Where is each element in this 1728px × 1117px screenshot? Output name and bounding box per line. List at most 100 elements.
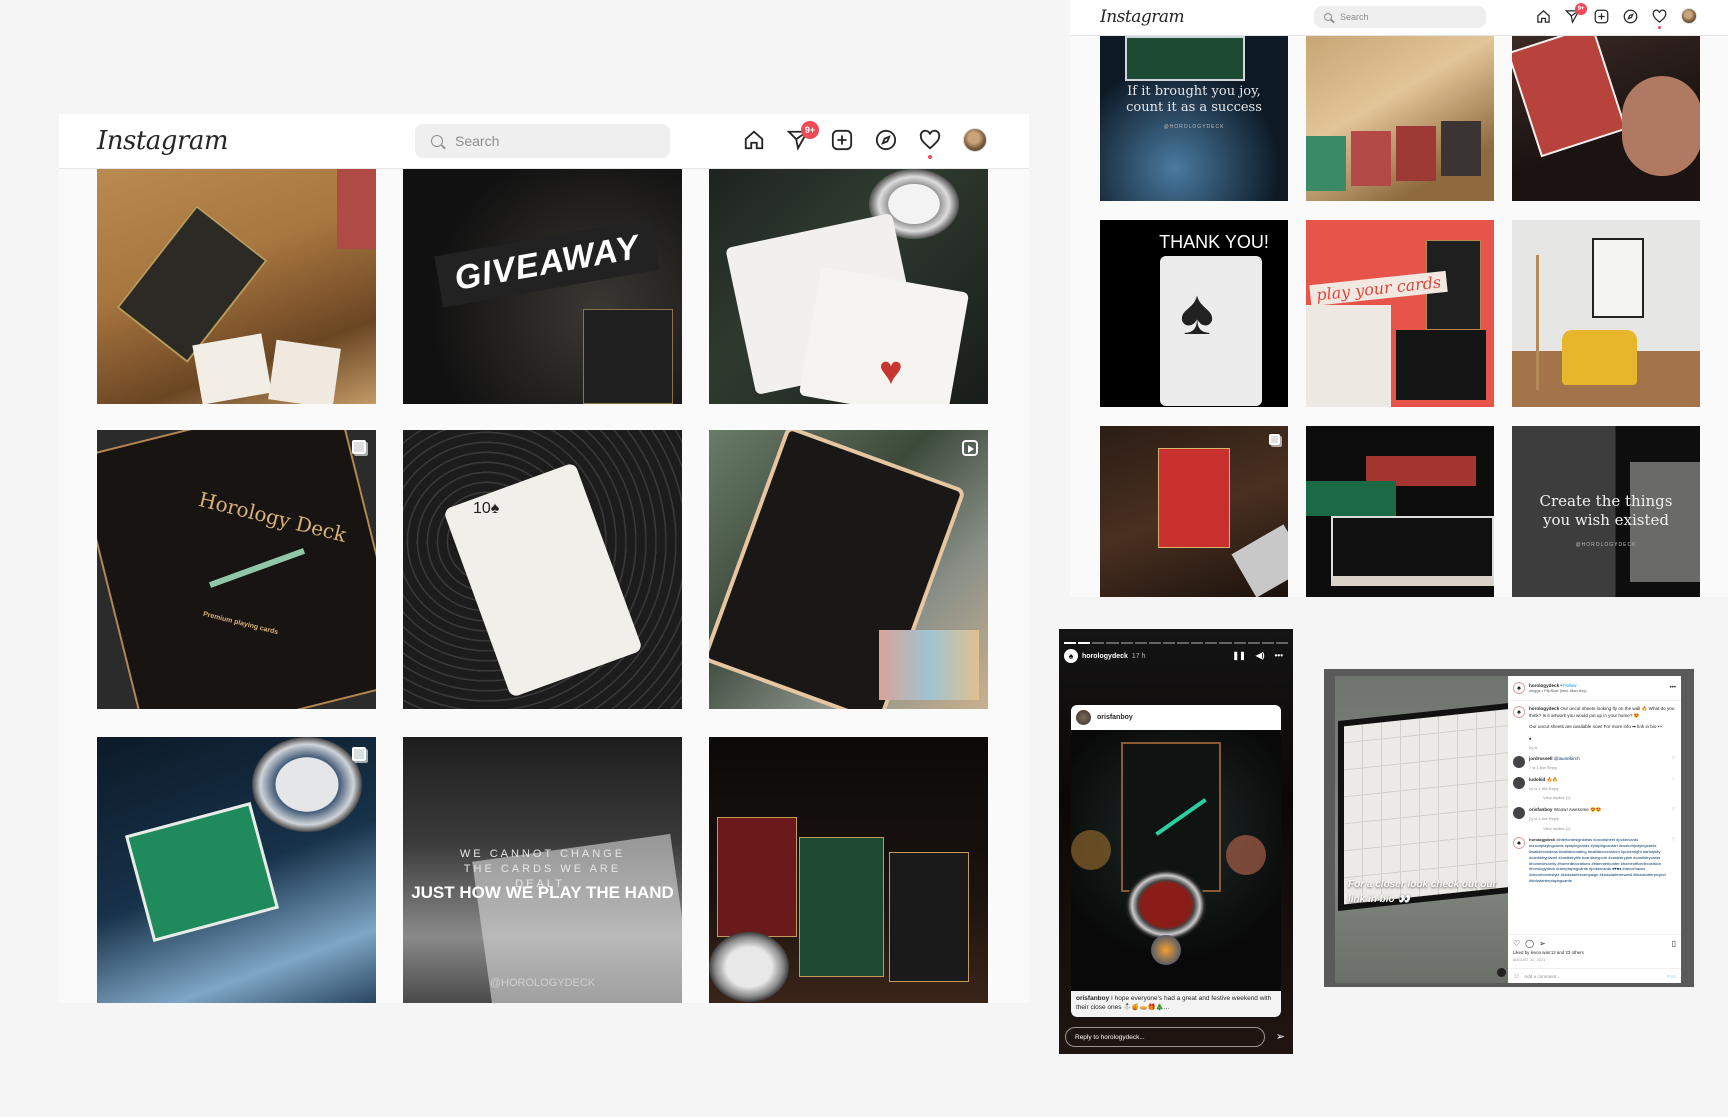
post-tile-giveaway[interactable]: GIVEAWAY [403,169,682,404]
direct-messages-icon[interactable]: 9+ [787,121,819,151]
post-tile-hands-red-cards[interactable] [1512,36,1700,201]
comment-icon[interactable]: ◯ [1525,939,1534,948]
share-icon[interactable]: ➢ [1539,939,1546,948]
deck-box-shape [97,430,376,709]
post-tile-play-your-cards[interactable]: play your cards [1306,220,1494,407]
post-comment-button[interactable]: Post [1667,974,1676,979]
green-card-shape [124,802,280,942]
emoji-icon[interactable]: ☺ [1513,973,1520,980]
more-options-icon[interactable]: ••• [1670,685,1676,691]
post-image: For a closer look check out our link in … [1335,676,1509,983]
yellow-chair-shape [1562,330,1637,385]
view-replies-link[interactable]: View replies (1) [1543,795,1668,801]
post-tile-decks-on-wood[interactable] [1306,36,1494,201]
caption-user: orisfanboy [1076,995,1110,1003]
post-tile-green-deck-watch[interactable] [97,737,376,1003]
like-icon[interactable]: ♡ [1513,939,1520,948]
direct-messages-icon[interactable]: 9+ [1565,2,1587,24]
green-deck-shape [1306,481,1396,516]
heart-icon: ♥ [879,349,903,393]
colored-decks-shape [879,630,979,700]
explore-icon[interactable] [1623,9,1638,24]
caption-user[interactable]: horologydeck [1529,706,1559,711]
activity-heart-icon[interactable] [919,129,941,159]
spade-avatar-icon[interactable]: ♠ [1513,682,1525,694]
spade-icon: ♠ [1180,276,1214,348]
comment-user[interactable]: jordrossell [1529,756,1553,761]
multiple-posts-icon [352,440,366,454]
post-tile-red-deck-camera[interactable] [1100,426,1288,597]
red-deck-shape [1158,448,1230,548]
post-tile-yellow-chair-frame[interactable] [1512,220,1700,407]
post-tile-wooden-table-decks[interactable] [97,169,376,404]
comment-item: ludokid 🔥🔥 2y w 1 like Reply View replies … [1508,774,1681,804]
post-tile-three-decks-watch[interactable] [709,737,988,1003]
comment-meta: 7 w 1 like Reply [1529,765,1558,771]
new-post-icon[interactable] [1594,9,1609,24]
profile-avatar[interactable] [1681,8,1697,24]
instagram-logo[interactable]: Instagram [97,126,229,156]
home-icon[interactable] [743,129,765,151]
post-tile-quote-create[interactable]: Create the things you wish existed @HORO… [1512,426,1700,597]
tagged-users-icon[interactable] [1497,968,1506,977]
story-username[interactable]: horologydeck [1082,653,1128,660]
caption-bullet: ♠ [1529,735,1532,741]
thank-you-text: THANK YOU! [1159,232,1269,252]
avatar[interactable] [1513,776,1525,789]
story-progress-segment [1106,642,1119,644]
post-tile-horology-deck-box[interactable]: Horology Deck Premium playing cards [97,430,376,709]
post-audio[interactable]: zhiggs • FlipSide (feat. Alan Avy) [1529,688,1666,693]
post-tile-gear-card-back[interactable] [709,430,988,709]
story-progress-segment [1177,642,1190,644]
hashtag-comment: ♠ horologydeck #interiordesignideas #unc… [1508,834,1681,886]
red-deck-shape [1351,131,1391,186]
view-replies-link[interactable]: View replies (1) [1543,826,1668,832]
post-tile-quote-play-the-hand[interactable]: WE CANNOT CHANGE THE CARDS WE ARE DEALT,… [403,737,682,1003]
quote-text: Create the things you wish existed [1539,492,1673,529]
avatar[interactable] [1513,807,1525,820]
hashtag-user[interactable]: horologydeck [1529,837,1555,842]
mute-icon[interactable]: ◀) [1256,651,1265,660]
save-icon[interactable]: ▯ [1672,939,1676,948]
hashtags[interactable]: #interiordesignideas #uncutsheet #pokerc… [1529,837,1666,883]
instagram-logo[interactable]: Instagram [1100,7,1185,27]
notification-badge: 9+ [1575,2,1587,15]
avatar[interactable] [1513,756,1525,769]
more-icon[interactable]: ••• [1275,651,1283,660]
comment-input[interactable]: Add a comment... [1524,974,1663,979]
shared-post-card[interactable]: orisfanboy orisfanboy I hope everyone's … [1071,705,1281,1017]
comment-user[interactable]: orisfanboy [1529,807,1552,812]
post-tile-royal-flush-watch[interactable]: ♥ [709,169,988,404]
activity-heart-icon[interactable] [1652,9,1667,29]
top-nav-bar: Instagram Search 9+ [1070,0,1728,36]
new-post-icon[interactable] [831,129,853,151]
reply-input[interactable]: Reply to horologydeck... [1065,1027,1265,1047]
profile-avatar[interactable] [963,128,987,152]
pause-icon[interactable]: ❚❚ [1232,651,1245,660]
story-progress-segment [1148,642,1161,644]
post-tile-pocket-watch-card[interactable]: 10♠ [403,430,682,709]
likes-count[interactable]: Liked by levon.warr12 and 23 others [1513,950,1584,955]
comment-like-icon[interactable]: ♡ [1672,807,1676,831]
comment-like-icon[interactable]: ♡ [1672,837,1676,883]
post-tile-green-red-decks[interactable] [1306,426,1494,597]
search-input[interactable]: Search [1314,6,1486,28]
home-icon[interactable] [1536,9,1551,24]
comment-user[interactable]: ludokid [1529,777,1545,782]
activity-dot [1658,25,1661,29]
story-time: 17 h [1131,652,1146,660]
red-deck-shape [717,817,797,937]
search-input[interactable]: Search [415,124,670,158]
comment-like-icon[interactable]: ♡ [1672,756,1676,770]
post-tile-thank-you-ace[interactable]: THANK YOU! ♠ [1100,220,1288,407]
post-tile-quote-joy[interactable]: If it brought you joy, count it as a suc… [1100,36,1288,201]
story-author[interactable]: ♠ horologydeck 17 h [1064,649,1146,663]
watch-shape [709,932,789,1002]
comment-item: orisfanboy Woow! Awesome 😍😍 2y w 1 like R… [1508,804,1681,834]
comment-like-icon[interactable]: ♡ [1672,777,1676,801]
spade-avatar-icon: ♠ [1064,649,1078,663]
send-icon[interactable]: ➢ [1276,1030,1285,1043]
explore-icon[interactable] [875,129,897,151]
shared-post-username[interactable]: orisfanboy [1097,714,1133,721]
search-icon [431,135,443,147]
